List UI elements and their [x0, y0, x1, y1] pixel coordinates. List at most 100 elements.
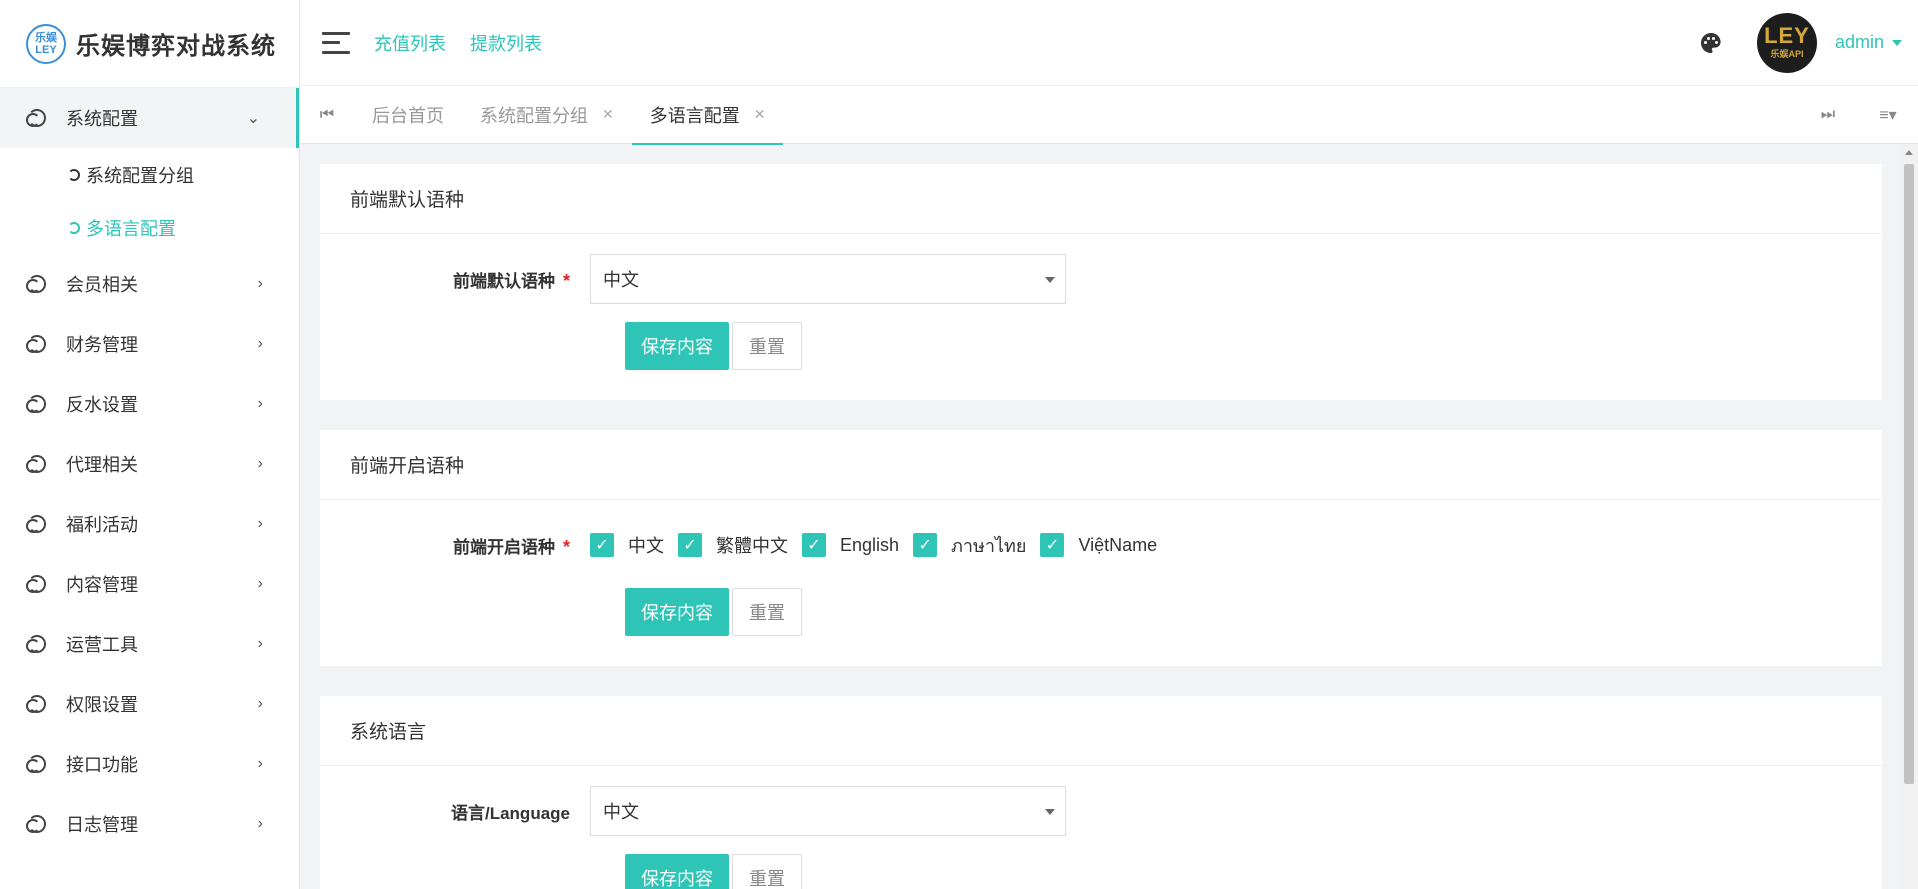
sidebar-item-label: 会员相关	[66, 275, 138, 295]
sidebar-item-label: 系统配置	[66, 109, 138, 129]
sidebar-item-api[interactable]: 接口功能 ›	[0, 734, 299, 794]
sidebar-item-finance[interactable]: 财务管理 ›	[0, 314, 299, 374]
checkmark-icon: ✓	[678, 533, 702, 557]
logo-bottom-text: LEY	[35, 43, 57, 56]
chevron-right-icon: ›	[257, 695, 263, 712]
reset-button[interactable]: 重置	[732, 322, 802, 370]
lang-checkbox-zh[interactable]: ✓ 中文	[590, 532, 664, 558]
tab-home[interactable]: 后台首页	[354, 86, 462, 144]
avatar-sub: 乐娱API	[1770, 49, 1804, 59]
sidebar-item-permissions[interactable]: 权限设置 ›	[0, 674, 299, 734]
tab-config-groups[interactable]: 系统配置分组 ✕	[462, 86, 632, 144]
sidebar-item-content[interactable]: 内容管理 ›	[0, 554, 299, 614]
required-mark: *	[562, 536, 570, 557]
tab-menu-icon[interactable]: ≡▾	[1858, 105, 1918, 125]
circle-icon	[26, 395, 46, 413]
scrollbar-thumb[interactable]	[1904, 164, 1914, 784]
circle-icon	[26, 695, 46, 713]
form-label: 前端默认语种 *	[320, 267, 590, 292]
top-bar: 充值列表 提款列表 LEY 乐娱API admin	[300, 0, 1918, 86]
sidebar-item-welfare[interactable]: 福利活动 ›	[0, 494, 299, 554]
save-button[interactable]: 保存内容	[625, 322, 729, 370]
palette-icon[interactable]	[1699, 31, 1723, 55]
checkmark-icon: ✓	[913, 533, 938, 557]
tab-scroll-right-icon[interactable]: ⏭	[1798, 106, 1858, 124]
save-button[interactable]: 保存内容	[625, 854, 729, 889]
sidebar-item-label: 接口功能	[66, 755, 138, 775]
system-lang-card: 系统语言 语言/Language 中文 保存内容 重置	[320, 696, 1882, 889]
lang-checkbox-th[interactable]: ✓ ภาษาไทย	[913, 531, 1026, 560]
checkbox-label: ภาษาไทย	[951, 535, 1027, 556]
close-icon[interactable]: ✕	[754, 106, 766, 123]
user-menu[interactable]: admin	[1835, 32, 1902, 53]
checkmark-icon: ✓	[802, 533, 826, 557]
tab-label: 后台首页	[372, 105, 444, 126]
chevron-right-icon: ›	[257, 755, 263, 772]
logo[interactable]: 乐娱 LEY 乐娱博弈对战系统	[0, 0, 299, 88]
sidebar-item-label: 反水设置	[66, 395, 138, 415]
main-content: 前端默认语种 前端默认语种 * 中文 保存内容 重置 前端开启语种 前端开启语种 *	[300, 144, 1900, 889]
reset-button[interactable]: 重置	[732, 588, 802, 636]
default-lang-select[interactable]: 中文	[590, 254, 1066, 304]
chevron-right-icon: ›	[257, 335, 263, 352]
sidebar-subitem-label: 系统配置分组	[86, 165, 194, 186]
circle-icon	[68, 168, 80, 181]
menu-toggle-icon[interactable]	[322, 31, 350, 54]
checkbox-label: ViệtName	[1078, 534, 1158, 555]
lang-checkbox-en[interactable]: ✓ English	[802, 533, 899, 557]
form-label: 语言/Language	[450, 803, 570, 823]
scroll-up-icon[interactable]	[1905, 150, 1913, 155]
card-title: 前端开启语种	[320, 430, 1882, 500]
chevron-right-icon: ›	[257, 515, 263, 532]
sidebar-item-system-config[interactable]: 系统配置 ⌄	[0, 88, 299, 148]
system-lang-select[interactable]: 中文	[590, 786, 1066, 836]
circle-icon	[26, 455, 46, 473]
circle-icon	[26, 515, 46, 533]
enabled-lang-card: 前端开启语种 前端开启语种 * ✓ 中文 ✓ 繁體中文 ✓ English ✓ …	[320, 430, 1882, 666]
sidebar-subitem-multilang[interactable]: 多语言配置	[0, 201, 299, 254]
form-label: 前端开启语种 *	[320, 533, 590, 558]
select-value: 中文	[603, 270, 639, 290]
sidebar-item-rebate[interactable]: 反水设置 ›	[0, 374, 299, 434]
sidebar-item-label: 财务管理	[66, 335, 138, 355]
sidebar-item-members[interactable]: 会员相关 ›	[0, 254, 299, 314]
circle-icon	[68, 221, 80, 234]
sidebar-item-agents[interactable]: 代理相关 ›	[0, 434, 299, 494]
tab-multilang[interactable]: 多语言配置 ✕	[631, 86, 784, 145]
chevron-right-icon: ›	[257, 455, 263, 472]
select-value: 中文	[603, 802, 639, 822]
card-title: 系统语言	[320, 696, 1882, 766]
recharge-list-link[interactable]: 充值列表	[374, 30, 446, 56]
chevron-right-icon: ›	[257, 575, 263, 592]
sidebar-item-operations[interactable]: 运营工具 ›	[0, 614, 299, 674]
avatar[interactable]: LEY 乐娱API	[1756, 12, 1817, 73]
checkbox-label: English	[840, 534, 900, 555]
circle-icon	[26, 755, 46, 773]
circle-icon	[26, 575, 46, 593]
sidebar-item-label: 权限设置	[66, 695, 138, 715]
sidebar-item-logs[interactable]: 日志管理 ›	[0, 794, 299, 854]
caret-down-icon	[1892, 39, 1902, 46]
checkmark-icon: ✓	[1040, 533, 1065, 557]
required-mark: *	[562, 270, 570, 291]
close-icon[interactable]: ✕	[602, 106, 614, 123]
scrollbar[interactable]	[1900, 144, 1918, 889]
circle-icon	[26, 109, 46, 127]
username: admin	[1834, 32, 1884, 52]
tab-scroll-left-icon[interactable]: ⏮	[300, 106, 354, 124]
circle-icon	[26, 815, 46, 833]
lang-checkbox-zh-tw[interactable]: ✓ 繁體中文	[678, 532, 788, 558]
checkmark-icon: ✓	[590, 533, 614, 557]
lang-checkbox-vi[interactable]: ✓ ViệtName	[1040, 533, 1157, 557]
tab-label: 系统配置分组	[480, 105, 588, 126]
reset-button[interactable]: 重置	[732, 854, 802, 889]
form-label-text: 前端默认语种	[452, 271, 555, 291]
sidebar-subitem-label: 多语言配置	[86, 218, 176, 239]
sidebar: 乐娱 LEY 乐娱博弈对战系统 系统配置 ⌄ 系统配置分组 多语言配置 会员相关…	[0, 0, 300, 889]
logo-top-text: 乐娱	[35, 31, 57, 44]
save-button[interactable]: 保存内容	[625, 588, 729, 636]
sidebar-subitem-config-groups[interactable]: 系统配置分组	[0, 148, 299, 201]
default-lang-card: 前端默认语种 前端默认语种 * 中文 保存内容 重置	[320, 164, 1882, 400]
withdraw-list-link[interactable]: 提款列表	[470, 30, 542, 56]
sidebar-item-label: 福利活动	[66, 515, 138, 535]
